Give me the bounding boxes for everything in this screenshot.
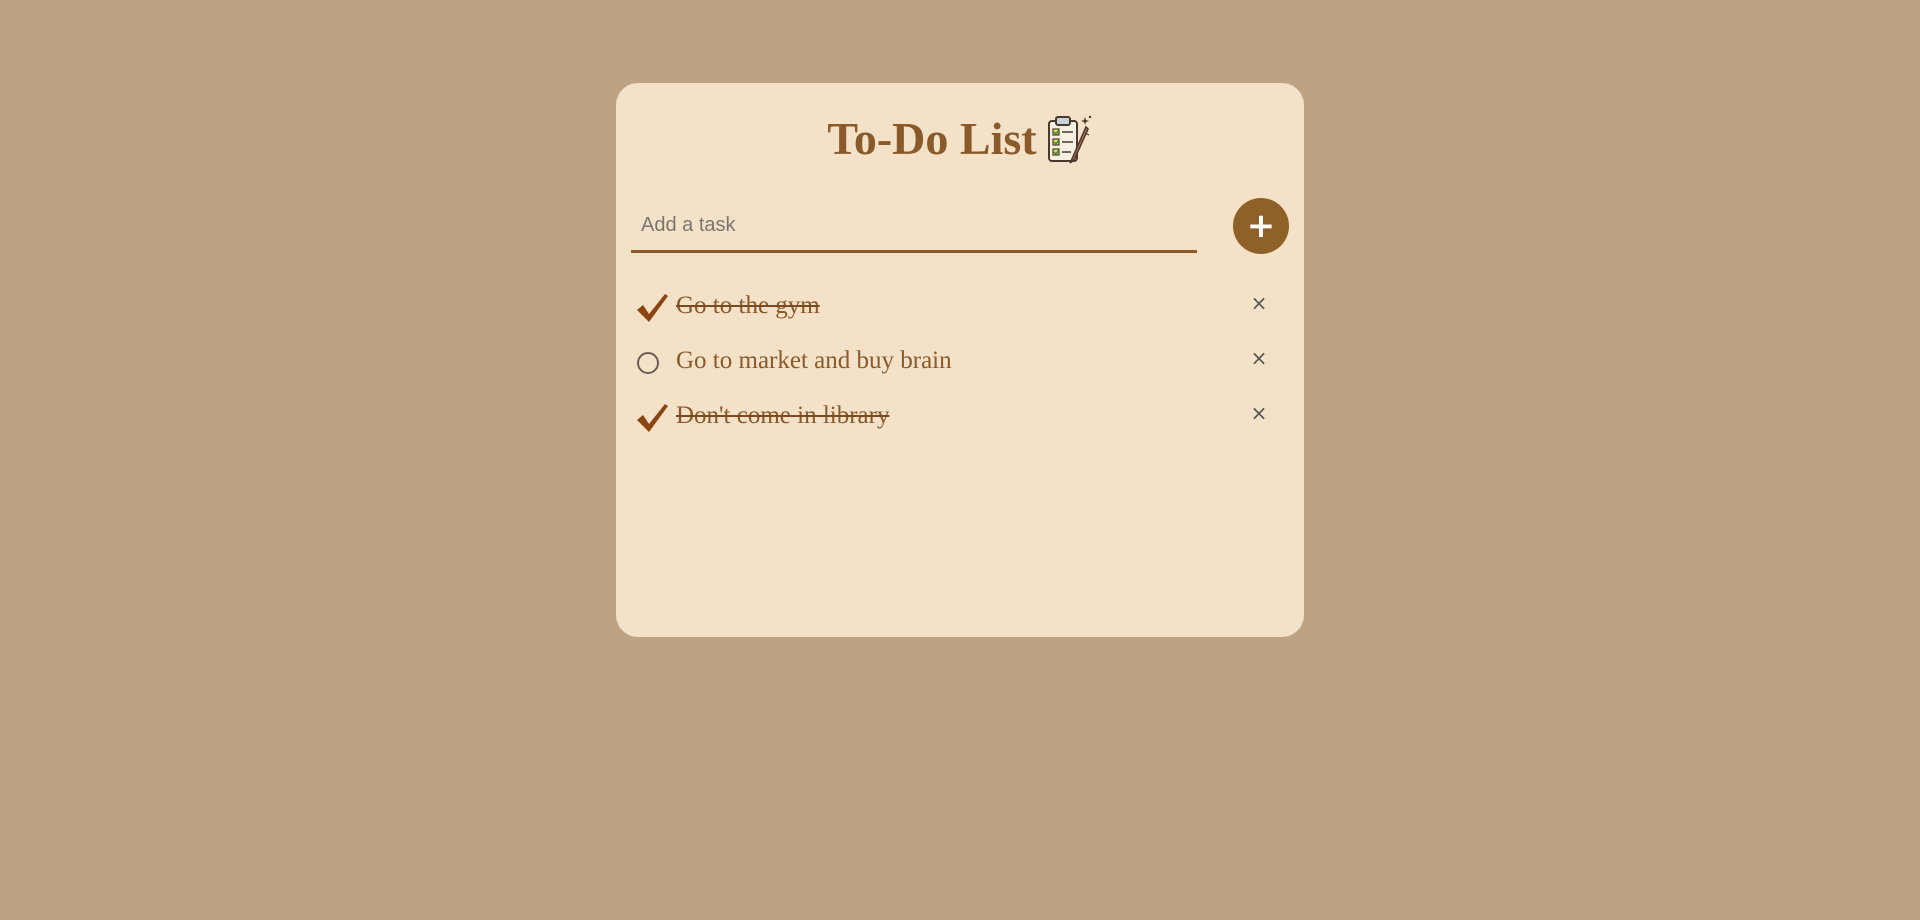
- header: To-Do List: [616, 113, 1304, 165]
- task-list: Go to the gym × Go to market and buy bra…: [616, 288, 1304, 453]
- checkmark-icon[interactable]: [635, 402, 669, 434]
- delete-task-button[interactable]: ×: [1247, 291, 1271, 315]
- todo-card: To-Do List + Go to the gym ×: [616, 83, 1304, 637]
- clipboard-checklist-icon: [1047, 115, 1091, 164]
- task-text: Don't come in library: [676, 402, 890, 429]
- task-item[interactable]: Don't come in library ×: [616, 398, 1304, 453]
- task-text: Go to market and buy brain: [676, 347, 952, 374]
- unchecked-circle-icon[interactable]: [637, 352, 659, 374]
- add-task-button[interactable]: +: [1233, 198, 1289, 254]
- delete-task-button[interactable]: ×: [1247, 401, 1271, 425]
- task-item[interactable]: Go to the gym ×: [616, 288, 1304, 343]
- delete-task-button[interactable]: ×: [1247, 346, 1271, 370]
- page-title: To-Do List: [827, 113, 1037, 164]
- checkmark-icon[interactable]: [635, 292, 669, 324]
- task-item[interactable]: Go to market and buy brain ×: [616, 343, 1304, 398]
- task-input[interactable]: [631, 201, 1197, 253]
- task-text: Go to the gym: [676, 292, 820, 319]
